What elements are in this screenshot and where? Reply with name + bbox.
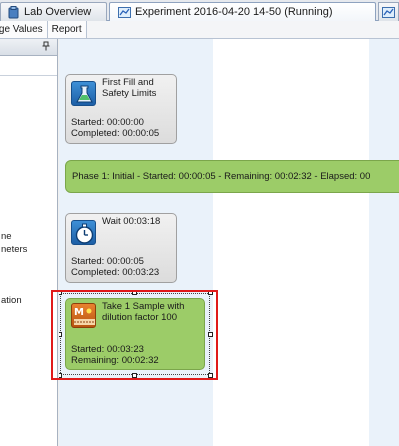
charge-values-button[interactable]: arge Values bbox=[0, 21, 48, 38]
document-tab-bar: Lab Overview Experiment 2016-04-20 14-50… bbox=[0, 0, 399, 22]
tab-experiment-label: Experiment 2016-04-20 14-50 (Running) bbox=[135, 6, 333, 18]
step-started: Started: 00:00:00 bbox=[71, 117, 144, 128]
step-first-fill[interactable]: First Fill and Safety Limits Started: 00… bbox=[65, 74, 177, 144]
left-panel-item[interactable]: ne bbox=[1, 231, 12, 242]
left-panel: ne neters ation bbox=[0, 39, 58, 446]
step-started: Started: 00:00:05 bbox=[71, 256, 144, 267]
left-panel-header bbox=[0, 39, 57, 56]
left-panel-subheader bbox=[0, 56, 57, 76]
flask-icon bbox=[71, 81, 96, 106]
lane-background bbox=[369, 39, 399, 446]
experiment-icon bbox=[382, 6, 395, 19]
step-completed: Completed: 00:03:23 bbox=[71, 267, 160, 278]
tab-experiment[interactable]: Experiment 2016-04-20 14-50 (Running) bbox=[109, 2, 376, 22]
step-title: Wait 00:03:18 bbox=[102, 216, 161, 227]
tab-lab-overview-label: Lab Overview bbox=[24, 6, 92, 18]
lab-overview-icon bbox=[7, 5, 20, 19]
step-title: First Fill and Safety Limits bbox=[102, 77, 157, 99]
view-toolbar: arge Values Report bbox=[0, 21, 399, 39]
step-completed: Completed: 00:00:05 bbox=[71, 128, 160, 139]
left-panel-item[interactable]: ation bbox=[1, 295, 22, 306]
highlight-box bbox=[51, 290, 218, 380]
step-wait[interactable]: Wait 00:03:18 Started: 00:00:05 Complete… bbox=[65, 213, 177, 283]
tab-lab-overview[interactable]: Lab Overview bbox=[0, 2, 107, 21]
report-button[interactable]: Report bbox=[47, 21, 87, 38]
phase-text: Phase 1: Initial - Started: 00:00:05 - R… bbox=[72, 171, 371, 182]
phase-bar[interactable]: Phase 1: Initial - Started: 00:00:05 - R… bbox=[65, 160, 399, 193]
experiment-icon bbox=[118, 6, 131, 19]
stopwatch-icon bbox=[71, 220, 96, 245]
experiment-canvas[interactable]: First Fill and Safety Limits Started: 00… bbox=[59, 39, 399, 446]
tab-overflow[interactable] bbox=[378, 2, 399, 21]
left-panel-item[interactable]: neters bbox=[1, 244, 27, 255]
pin-icon[interactable] bbox=[41, 41, 51, 54]
